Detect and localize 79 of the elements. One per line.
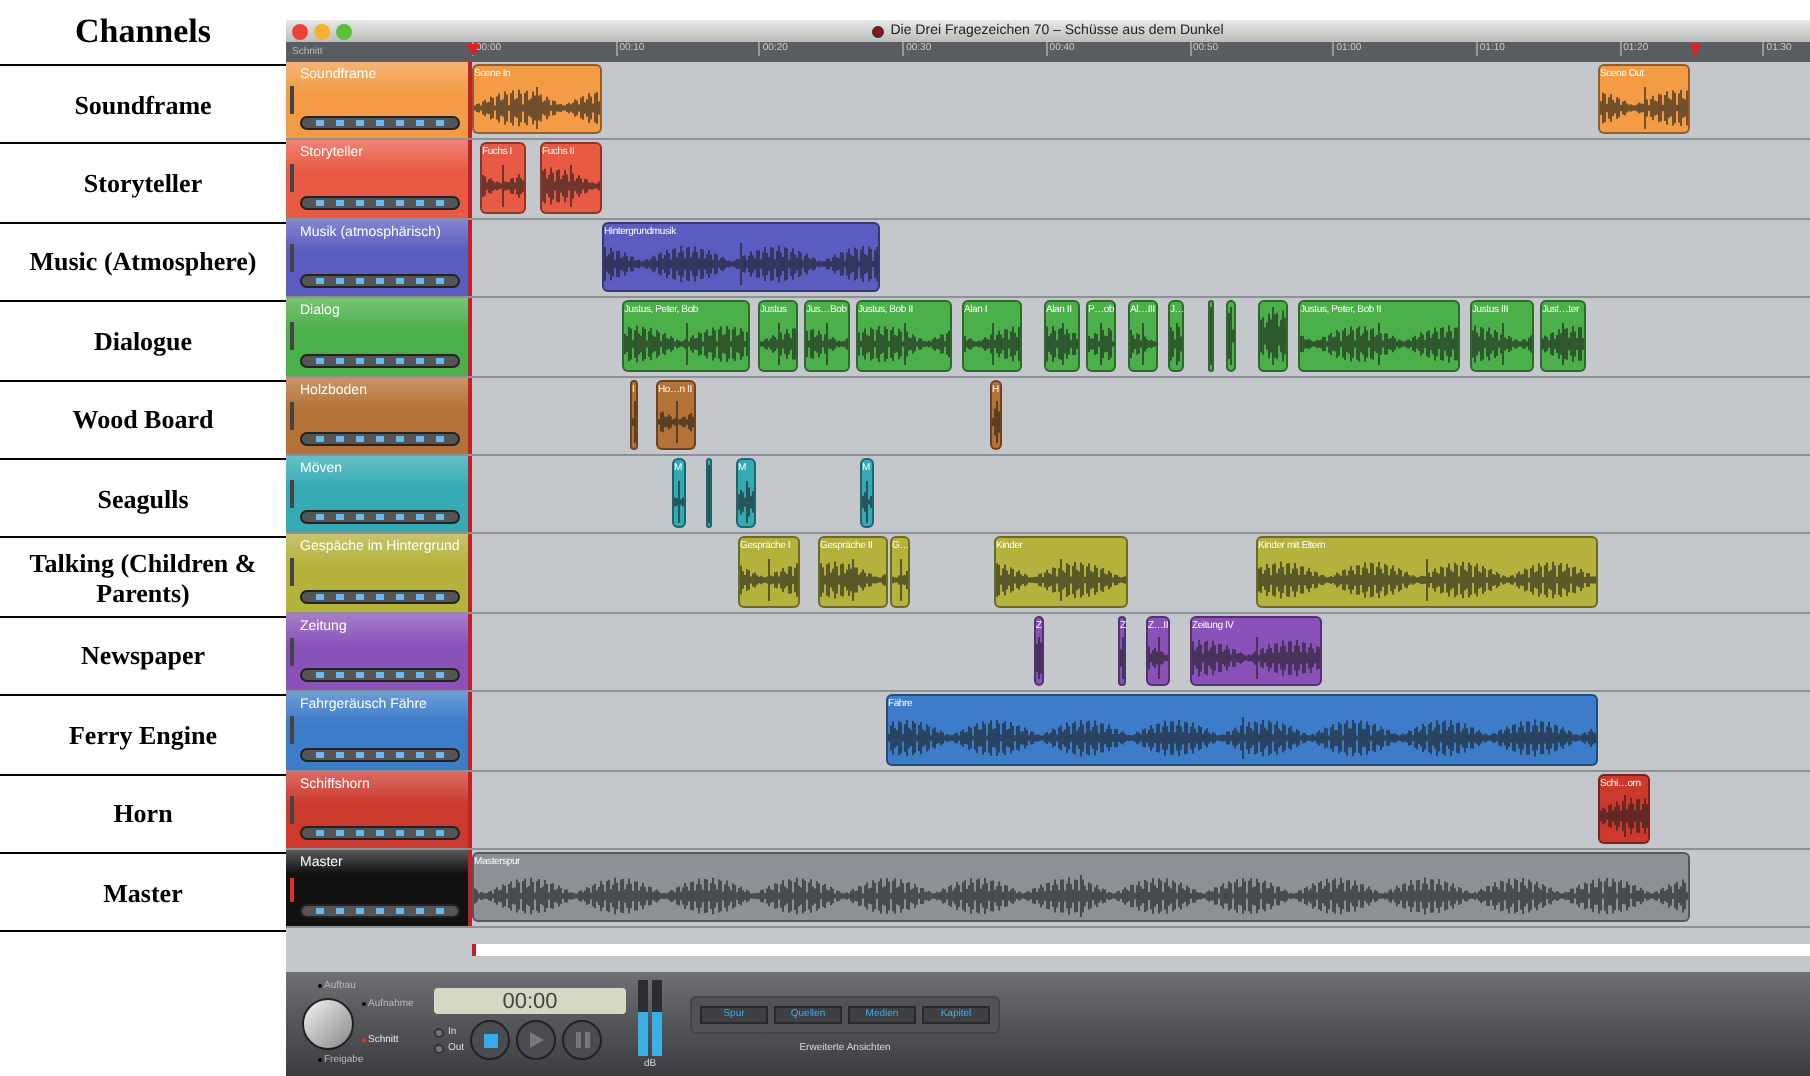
track-controls-drawing[interactable] (300, 668, 460, 683)
waveform-drawing (1228, 305, 1234, 366)
play-button[interactable] (516, 1020, 557, 1061)
waveform-drawing (740, 558, 798, 603)
stop-icon (483, 1033, 498, 1048)
track-controls-drawing[interactable] (300, 353, 460, 368)
waveform-drawing (738, 479, 754, 524)
channel-label: Wood Board (72, 404, 214, 435)
time-readout: 00:00 (502, 989, 558, 1014)
document-icon (872, 25, 885, 37)
level-meter-icon (638, 979, 662, 1056)
level-indicator (290, 401, 294, 430)
level-indicator (290, 243, 294, 272)
track-controls-drawing[interactable] (300, 825, 460, 840)
track-controls-drawing[interactable] (300, 195, 460, 210)
level-indicator (290, 164, 294, 193)
waveform-drawing (1046, 321, 1078, 366)
waveform-drawing (1542, 321, 1584, 366)
level-indicator (290, 877, 294, 902)
channel-label: Ferry Engine (68, 719, 217, 750)
channel-label: Storyteller (83, 168, 203, 199)
channel-label: Music (Atmosphere) (29, 246, 257, 277)
pause-button[interactable] (562, 1020, 603, 1061)
waveform-drawing (892, 558, 908, 603)
level-indicator (290, 716, 294, 745)
pause-icon (575, 1032, 590, 1049)
waveform-drawing (658, 400, 694, 445)
channel-label: Newspaper (80, 640, 206, 671)
track-controls-drawing[interactable] (300, 510, 460, 525)
column-heading: Channels (74, 10, 212, 55)
track-controls-drawing[interactable] (300, 747, 460, 762)
horizontal-scrollbar[interactable] (472, 944, 1810, 957)
waveform-drawing (1472, 321, 1532, 366)
waveform-drawing (992, 400, 1000, 445)
channel-label: Talking (Children & Parents) (27, 547, 259, 608)
waveform-drawing (862, 479, 872, 524)
waveform-drawing (542, 164, 600, 209)
waveform-drawing (858, 321, 950, 366)
level-indicator (290, 795, 294, 824)
audio-clip[interactable] (1258, 300, 1288, 372)
audio-clip[interactable] (1226, 300, 1236, 372)
channel-label: Horn (113, 798, 173, 829)
play-icon (528, 1032, 545, 1049)
waveform-drawing (624, 321, 748, 366)
waveform-drawing (474, 85, 600, 130)
track-controls-drawing[interactable] (300, 116, 460, 131)
track-controls-drawing[interactable] (300, 589, 460, 604)
waveform-drawing (1600, 794, 1648, 839)
waveform-drawing (1192, 636, 1320, 681)
channel-label: Dialogue (93, 325, 193, 356)
waveform-drawing (806, 321, 848, 366)
track-controls-drawing[interactable] (300, 274, 460, 289)
waveform-drawing (964, 321, 1020, 366)
waveform-drawing (1260, 305, 1286, 366)
waveform-drawing (760, 321, 796, 366)
level-indicator (290, 322, 294, 351)
waveform-drawing (674, 479, 684, 524)
waveform-drawing (1088, 321, 1114, 366)
waveform-drawing (996, 558, 1126, 603)
close-button[interactable] (292, 23, 308, 39)
channel-label: Seagulls (97, 483, 189, 514)
waveform-drawing (820, 558, 886, 603)
end-marker-icon[interactable] (1690, 44, 1700, 60)
level-indicator (290, 479, 294, 508)
level-indicator (290, 86, 294, 114)
waveform-drawing (1036, 636, 1042, 681)
level-indicator (290, 558, 294, 587)
waveform-drawing (1130, 321, 1156, 366)
track-controls-drawing[interactable] (300, 904, 460, 919)
waveform-drawing (1170, 321, 1182, 366)
track-controls-drawing[interactable] (300, 431, 460, 446)
channel-label: Master (103, 877, 183, 908)
level-indicator (290, 637, 294, 666)
channel-label: Soundframe (74, 89, 212, 120)
waveform-drawing (482, 164, 524, 209)
stop-button[interactable] (470, 1020, 511, 1061)
waveform-drawing (1148, 636, 1168, 681)
mode-dial[interactable] (302, 998, 354, 1051)
waveform-drawing (1600, 85, 1688, 130)
